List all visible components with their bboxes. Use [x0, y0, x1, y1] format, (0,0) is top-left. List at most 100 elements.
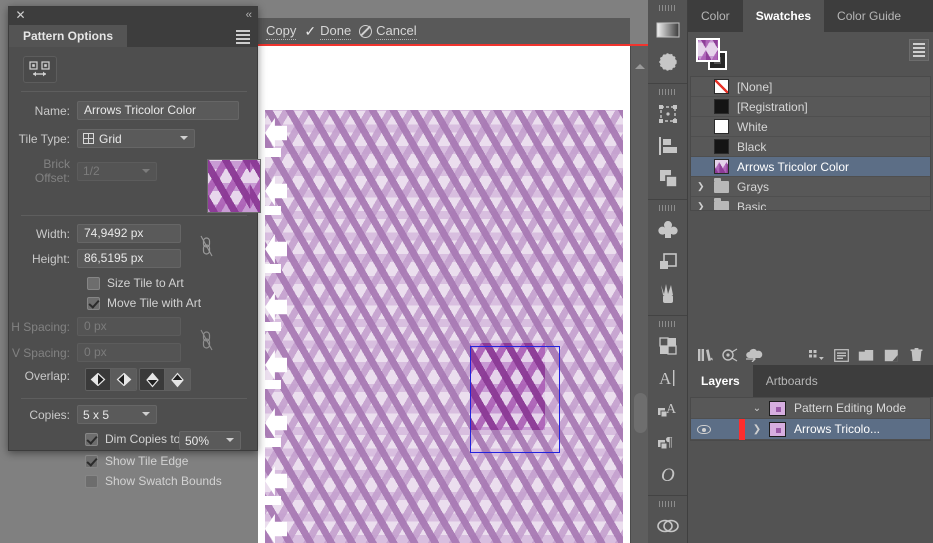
scroll-up-icon[interactable] [635, 64, 645, 69]
chevron-right-icon[interactable]: ❯ [697, 201, 706, 210]
height-label: Height: [31, 251, 70, 266]
drag-grip[interactable] [658, 89, 677, 95]
checkbox-box[interactable] [85, 474, 98, 488]
copy-button[interactable]: Copy [266, 23, 297, 40]
swatch-libraries-icon[interactable] [694, 345, 716, 365]
drag-grip[interactable] [658, 5, 677, 11]
tab-pattern-options[interactable]: Pattern Options [9, 25, 128, 47]
checkbox-box[interactable] [85, 454, 98, 468]
swatch-chip-none [714, 79, 729, 94]
glyphs-icon[interactable]: O [648, 458, 688, 490]
tab-swatches[interactable]: Swatches [742, 0, 825, 32]
scrollbar-thumb[interactable] [634, 393, 647, 433]
tile-type-select[interactable]: Grid [77, 129, 195, 148]
pattern-tile-tool-icon [29, 60, 50, 76]
show-tile-edge-checkbox[interactable]: Show Tile Edge [85, 454, 188, 468]
layer-row-pattern-editing-mode[interactable]: ⌄ Pattern Editing Mode [691, 398, 930, 419]
show-swatch-bounds-checkbox[interactable]: Show Swatch Bounds [85, 474, 222, 488]
color-guide-icon[interactable] [719, 345, 741, 365]
swatch-row-white[interactable]: White [691, 117, 930, 137]
check-icon: ✓ [304, 22, 317, 39]
pathfinder-icon[interactable] [648, 162, 688, 194]
drag-grip[interactable] [658, 321, 677, 327]
drag-grip[interactable] [658, 501, 677, 507]
canvas-vertical-scrollbar[interactable] [630, 46, 648, 543]
stroke-icon[interactable] [648, 330, 688, 362]
character-styles-icon[interactable]: A [648, 394, 688, 426]
dim-copies-select[interactable]: 50% [179, 431, 241, 450]
checkbox-box[interactable] [87, 296, 100, 310]
delete-swatch-icon[interactable] [905, 345, 927, 365]
done-button[interactable]: ✓ Done [304, 22, 352, 40]
edge-gap [265, 264, 281, 273]
swatch-group-grays[interactable]: ❯ Grays [691, 177, 930, 197]
pattern-preview-tiles[interactable] [265, 110, 623, 543]
pattern-source-tile[interactable] [470, 343, 545, 430]
character-icon[interactable]: A [648, 362, 688, 394]
overlap-top-in-front-button[interactable] [140, 369, 165, 390]
brushes-icon[interactable] [648, 278, 688, 310]
pattern-tile-tool-button[interactable] [23, 56, 57, 83]
transform-icon[interactable] [648, 98, 688, 130]
move-tile-with-art-checkbox[interactable]: Move Tile with Art [87, 296, 201, 310]
paragraph-styles-icon[interactable]: ¶ [648, 426, 688, 458]
name-input[interactable]: Arrows Tricolor Color [77, 101, 239, 120]
chevron-down-icon[interactable]: ⌄ [745, 403, 769, 414]
new-swatch-icon[interactable] [880, 345, 902, 365]
edge-gap [265, 438, 281, 447]
swatch-row-registration[interactable]: [Registration] [691, 97, 930, 117]
drag-grip[interactable] [658, 205, 677, 211]
symbols-icon[interactable] [648, 214, 688, 246]
tab-artboards[interactable]: Artboards [753, 365, 831, 397]
swatch-row-none[interactable]: [None] [691, 77, 930, 97]
swatch-row-arrows-tricolor-color[interactable]: Arrows Tricolor Color [691, 157, 930, 177]
align-icon[interactable] [648, 130, 688, 162]
transparency-icon[interactable] [648, 46, 688, 78]
layer-row-arrows-tricolor[interactable]: ❯ Arrows Tricolo... [691, 418, 930, 440]
overlap-left-in-front-button[interactable] [86, 369, 111, 390]
pattern-options-panel: ✕ ‹‹ Pattern Options Name: Arrows Tricol… [8, 6, 261, 488]
close-icon[interactable]: ✕ [15, 9, 26, 21]
tab-layers[interactable]: Layers [688, 365, 753, 397]
width-input[interactable]: 74,9492 px [77, 224, 181, 243]
copies-label: Copies: [29, 407, 70, 422]
links-icon[interactable] [648, 510, 688, 542]
overlap-bottom-in-front-button[interactable] [165, 369, 190, 390]
copies-select[interactable]: 5 x 5 [77, 405, 157, 424]
panel-menu-icon[interactable] [236, 30, 250, 44]
swatch-chip-black [714, 139, 729, 154]
collapse-icon[interactable]: ‹‹ [246, 9, 252, 21]
dim-copies-checkbox[interactable]: Dim Copies to: [85, 432, 184, 446]
artboards-icon[interactable] [648, 246, 688, 278]
link-spacing-icon[interactable] [200, 329, 213, 351]
swatches-list[interactable]: [None] [Registration] White Black Arrows… [690, 76, 931, 211]
cancel-button[interactable]: Cancel [359, 23, 417, 40]
visibility-toggle[interactable] [691, 424, 717, 434]
brick-offset-row: Brick Offset: 1/2 [9, 157, 157, 185]
v-spacing-input: 0 px [77, 343, 181, 362]
checkbox-box[interactable] [85, 432, 98, 446]
height-input[interactable]: 86,5195 px [77, 249, 181, 268]
chevron-right-icon[interactable]: ❯ [697, 181, 706, 192]
overlap-right-in-front-button[interactable] [111, 369, 136, 390]
tab-color[interactable]: Color [688, 0, 743, 32]
swatches-panel-menu-icon[interactable] [909, 39, 929, 61]
tab-color-guide[interactable]: Color Guide [824, 0, 914, 32]
show-swatch-kinds-icon[interactable] [805, 345, 827, 365]
brick-offset-select: 1/2 [77, 161, 157, 181]
link-dimensions-icon[interactable] [200, 235, 213, 257]
swatch-group-basic[interactable]: ❯ Basic [691, 197, 930, 210]
swatch-options-icon[interactable] [830, 345, 852, 365]
edge-gap [265, 206, 281, 215]
checkbox-box[interactable] [87, 276, 100, 290]
right-in-front-icon [116, 373, 131, 386]
layer-list[interactable]: ⌄ Pattern Editing Mode ❯ Arrows Tricolo.… [690, 397, 931, 441]
libraries-icon[interactable] [744, 345, 766, 365]
gradient-icon[interactable] [648, 14, 688, 46]
copies-row: Copies: 5 x 5 [9, 405, 157, 424]
size-tile-to-art-checkbox[interactable]: Size Tile to Art [87, 276, 184, 290]
fill-swatch[interactable] [696, 38, 720, 62]
swatch-row-black[interactable]: Black [691, 137, 930, 157]
new-color-group-icon[interactable] [855, 345, 877, 365]
chevron-right-icon[interactable]: ❯ [745, 424, 769, 435]
